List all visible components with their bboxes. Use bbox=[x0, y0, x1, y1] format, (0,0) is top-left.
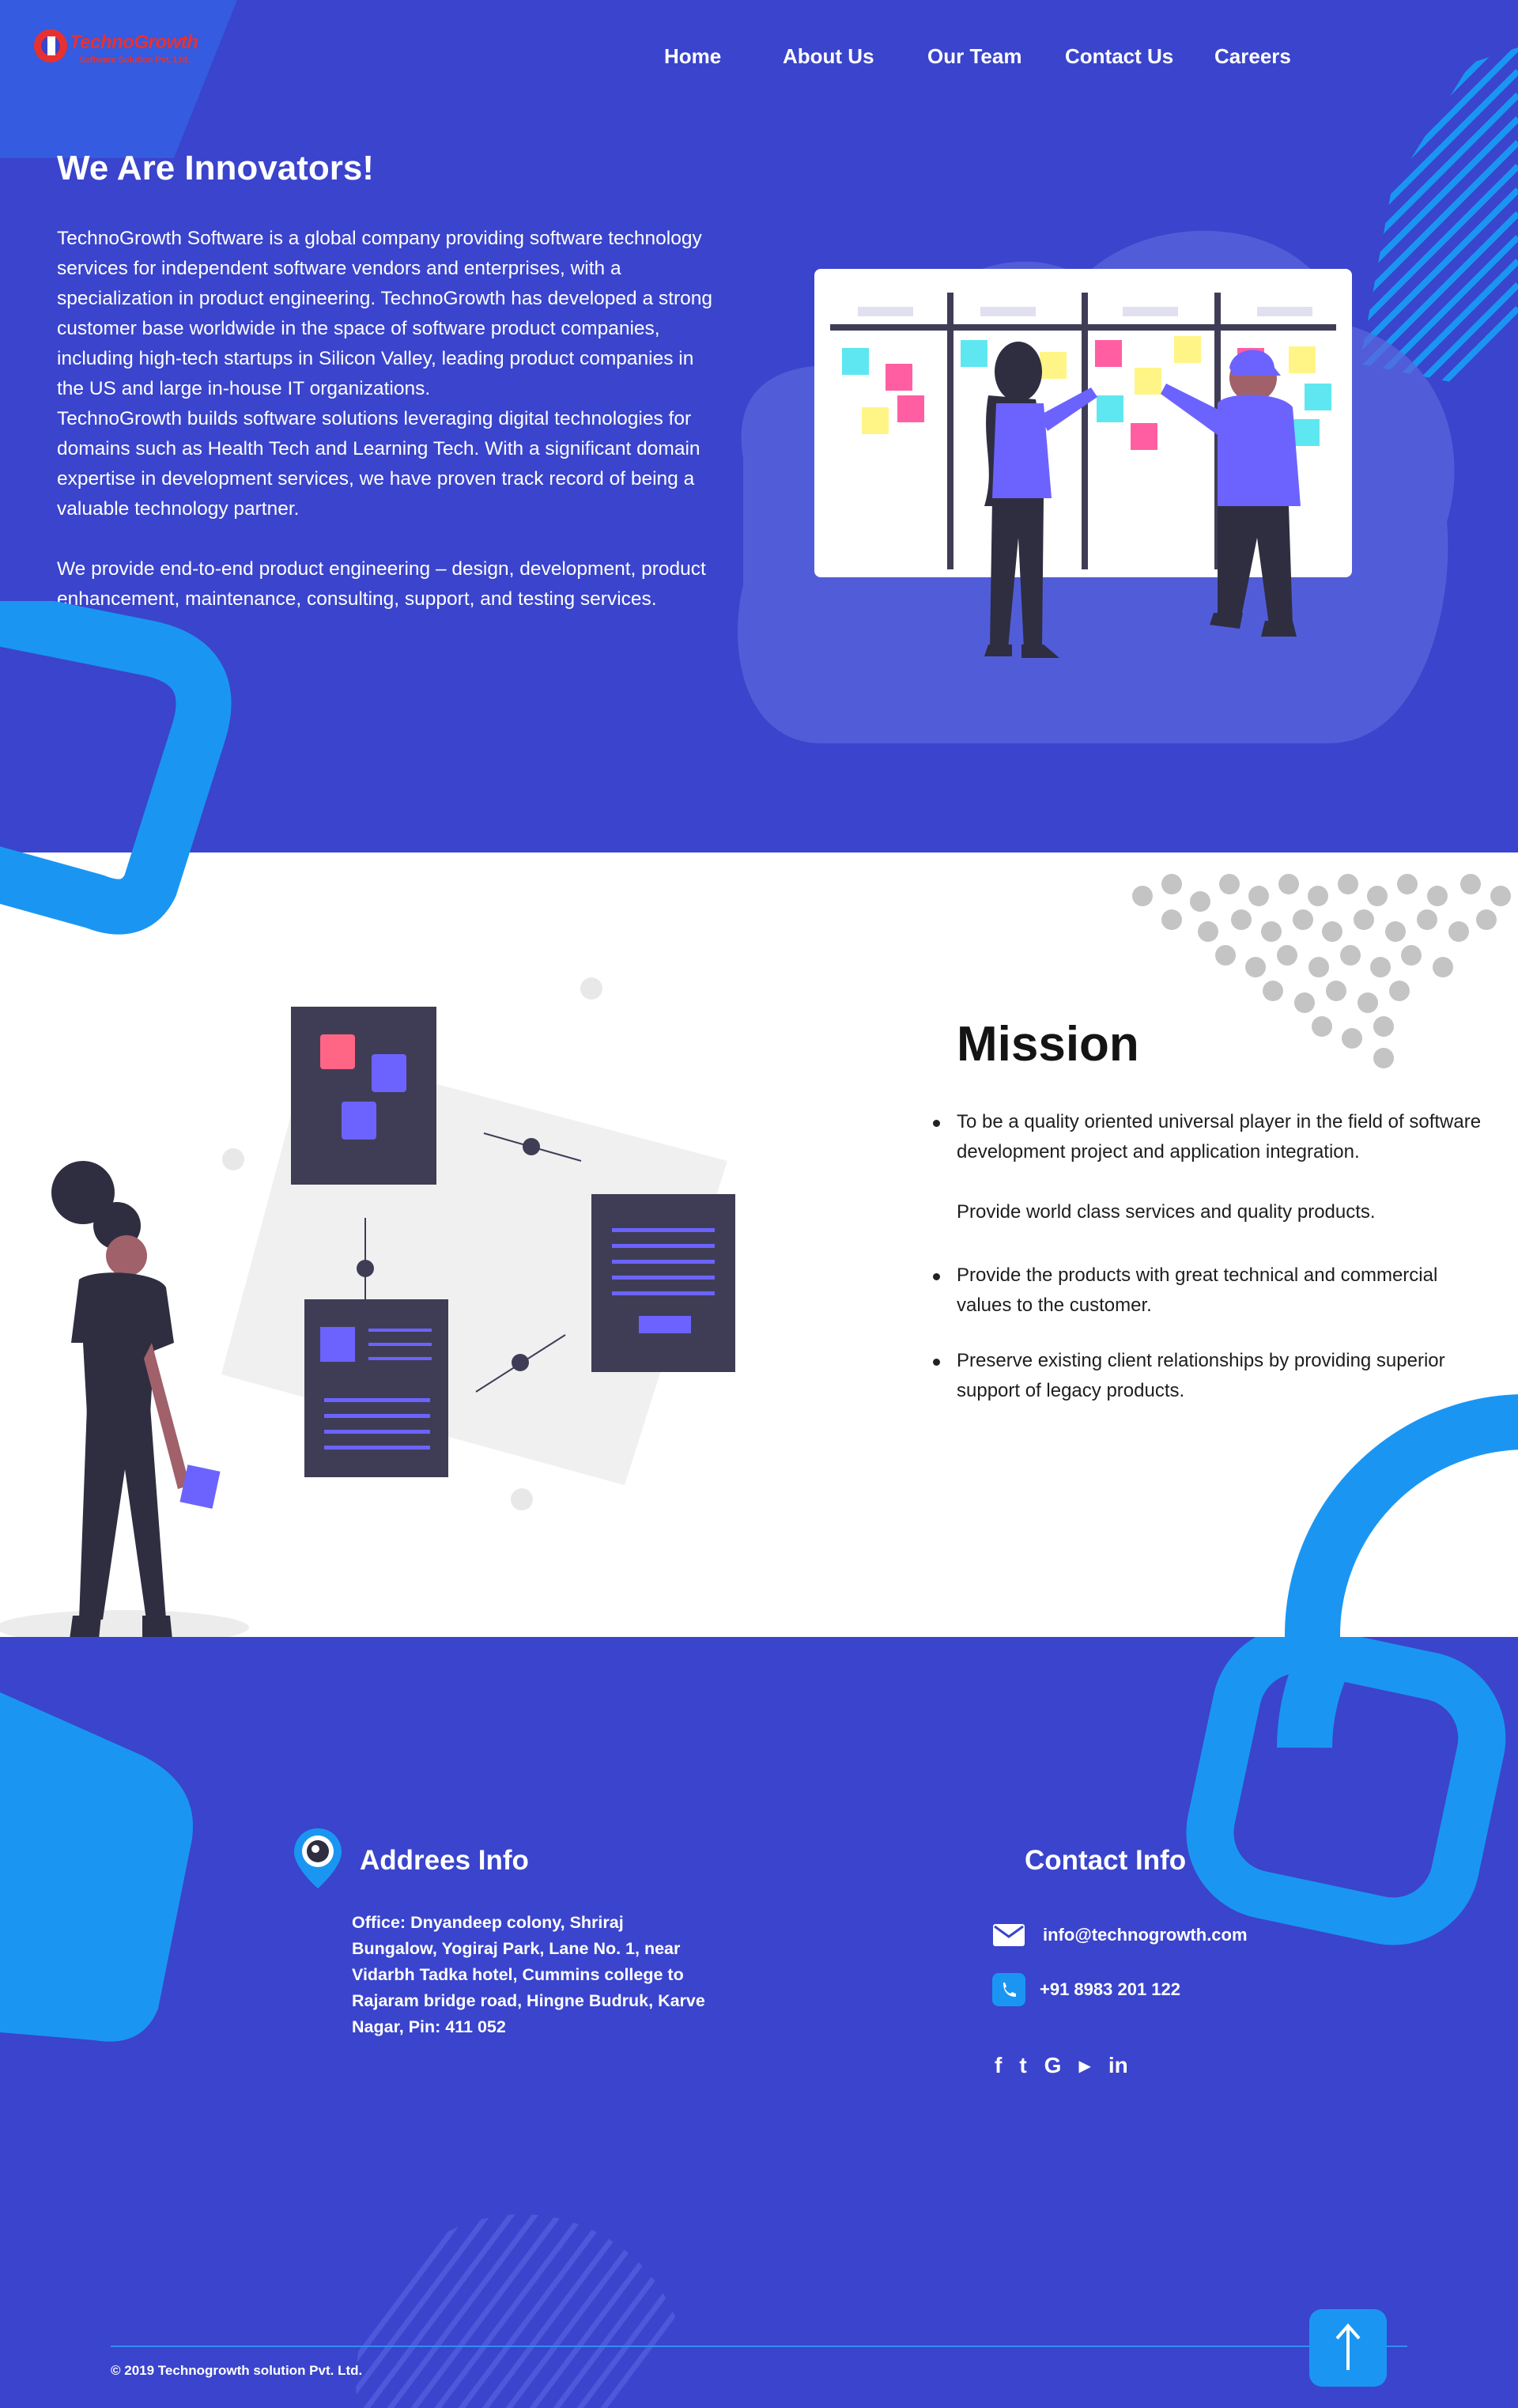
address-line: Rajaram bridge road, Hingne Budruk, Karv… bbox=[352, 1991, 705, 2010]
scroll-to-top-button[interactable] bbox=[1309, 2309, 1387, 2387]
hero-section: TechnoGrowth Software Solution Pvt. Ltd.… bbox=[0, 0, 1518, 852]
mail-icon bbox=[993, 1924, 1025, 1946]
footer-divider bbox=[111, 2346, 1407, 2347]
contact-email-row[interactable]: info@technogrowth.com bbox=[992, 1923, 1248, 1947]
mission-item: Preserve existing client relationships b… bbox=[933, 1346, 1486, 1406]
twitter-icon[interactable]: t bbox=[1019, 2053, 1026, 2078]
nav-home[interactable]: Home bbox=[664, 44, 783, 69]
arrow-up-icon bbox=[1335, 2323, 1361, 2370]
contact-phone[interactable]: +91 8983 201 122 bbox=[1040, 1979, 1180, 2000]
nav-about-us[interactable]: About Us bbox=[783, 44, 927, 69]
nav-contact-us[interactable]: Contact Us bbox=[1065, 44, 1214, 69]
address-heading: Addrees Info bbox=[360, 1845, 529, 1876]
location-pin-icon bbox=[294, 1828, 342, 1888]
address-line: Office: Dnyandeep colony, Shriraj bbox=[352, 1913, 624, 1932]
rounded-frame-decoration bbox=[0, 601, 232, 852]
mission-title: Mission bbox=[957, 1017, 1139, 1072]
contact-heading: Contact Info bbox=[1025, 1845, 1187, 1876]
workflow-illustration bbox=[0, 977, 735, 1637]
address-line: Vidarbh Tadka hotel, Cummins college to bbox=[352, 1965, 684, 1984]
dots-decoration bbox=[1132, 874, 1511, 1068]
nav-careers[interactable]: Careers bbox=[1214, 44, 1309, 69]
nav-our-team[interactable]: Our Team bbox=[927, 44, 1065, 69]
ring-decoration bbox=[1285, 1394, 1518, 1637]
contact-email[interactable]: info@technogrowth.com bbox=[1043, 1925, 1248, 1945]
facebook-icon[interactable]: f bbox=[995, 2053, 1002, 2078]
logo-name: TechnoGrowth bbox=[70, 32, 198, 53]
hero-description: TechnoGrowth Software is a global compan… bbox=[57, 224, 721, 614]
contact-phone-row[interactable]: +91 8983 201 122 bbox=[992, 1973, 1180, 2006]
hero-title: We Are Innovators! bbox=[57, 149, 374, 187]
brand-logo[interactable]: TechnoGrowth Software Solution Pvt. Ltd. bbox=[32, 24, 198, 95]
main-nav: Home About Us Our Team Contact Us Career… bbox=[664, 44, 1309, 69]
mission-item: Provide world class services and quality… bbox=[957, 1201, 1376, 1223]
linkedin-icon[interactable]: in bbox=[1108, 2053, 1128, 2078]
logo-tagline: Software Solution Pvt. Ltd. bbox=[79, 55, 190, 65]
youtube-icon[interactable]: ▶ bbox=[1078, 2056, 1090, 2076]
hero-paragraph: TechnoGrowth Software is a global compan… bbox=[57, 228, 713, 399]
mission-item: To be a quality oriented universal playe… bbox=[933, 1107, 1486, 1167]
copyright: © 2019 Technogrowth solution Pvt. Ltd. bbox=[111, 2363, 363, 2378]
mission-item: Provide the products with great technica… bbox=[933, 1261, 1486, 1321]
footer-section bbox=[0, 1637, 1518, 2408]
address-line: Nagar, Pin: 411 052 bbox=[352, 2017, 506, 2036]
google-icon[interactable]: G bbox=[1044, 2053, 1062, 2078]
team-board-illustration bbox=[738, 230, 1455, 743]
address-line: Bungalow, Yogiraj Park, Lane No. 1, near bbox=[352, 1939, 681, 1958]
social-links: f t G ▶ in bbox=[995, 2053, 1146, 2078]
logo-mark-icon bbox=[34, 29, 67, 62]
hero-paragraph: TechnoGrowth builds software solutions l… bbox=[57, 408, 700, 520]
mission-list: To be a quality oriented universal playe… bbox=[933, 1107, 1486, 1406]
phone-icon bbox=[992, 1973, 1025, 2006]
footer-decorations bbox=[0, 1637, 1506, 2408]
address-text: Office: Dnyandeep colony, Shriraj Bungal… bbox=[352, 1910, 739, 2040]
